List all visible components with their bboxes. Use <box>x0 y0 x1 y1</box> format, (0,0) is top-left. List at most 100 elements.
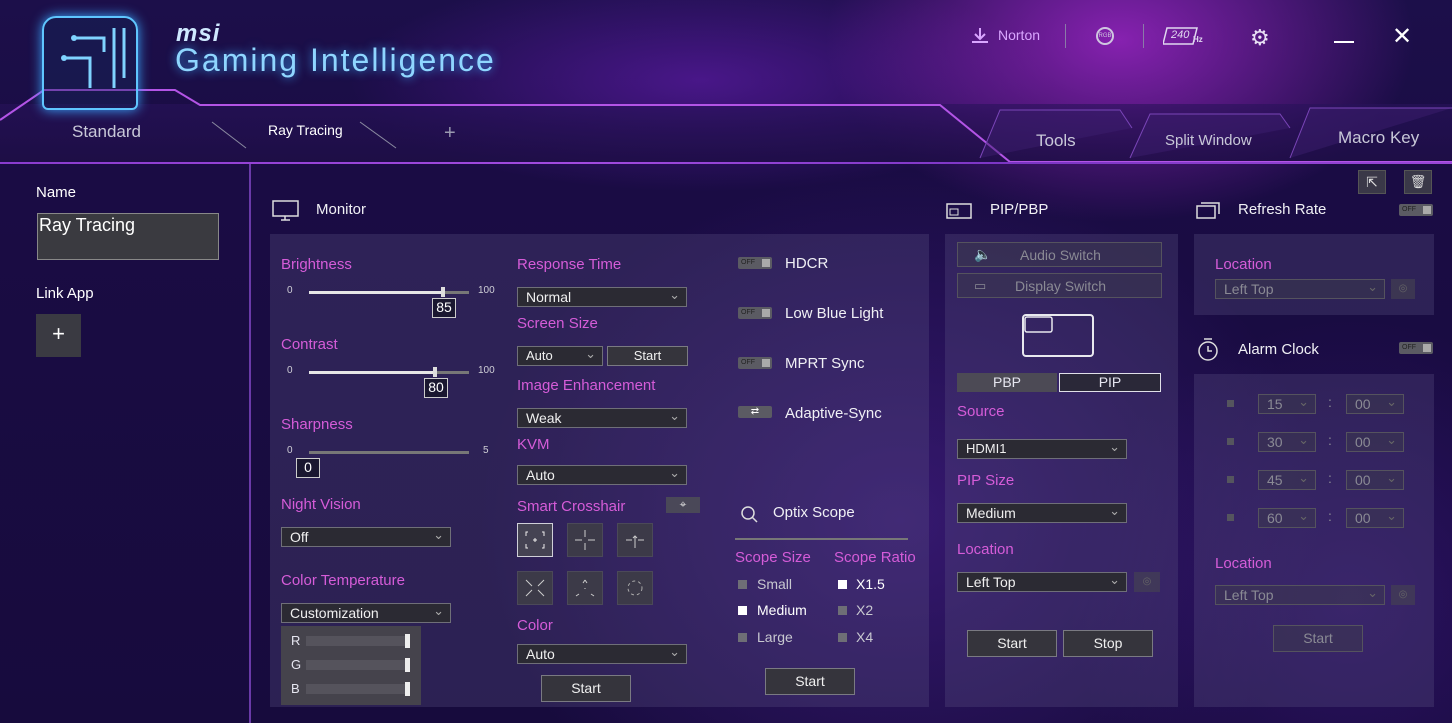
pip-size-dropdown[interactable]: Medium <box>957 502 1127 523</box>
pbp-button[interactable]: PBP <box>957 373 1057 392</box>
kvm-dropdown[interactable]: Auto <box>517 464 687 485</box>
alarm-row-4-minutes[interactable]: 60 <box>1258 507 1316 528</box>
source-dropdown[interactable]: HDMI1 <box>957 438 1127 459</box>
adaptive-sync-icon[interactable]: ⇄ <box>738 406 772 418</box>
color-temperature-dropdown[interactable]: Customization <box>281 602 451 623</box>
contrast-value[interactable]: 80 <box>424 378 448 398</box>
norton-label: Norton <box>998 27 1041 43</box>
gear-icon[interactable]: ⚙ <box>1250 25 1270 51</box>
brightness-value[interactable]: 85 <box>432 298 456 318</box>
rgb-label: RGB <box>1098 33 1112 39</box>
audio-switch-button[interactable]: 🔈 Audio Switch <box>957 242 1162 267</box>
crosshair-option-5[interactable] <box>567 571 603 605</box>
alarm-row-2-minutes[interactable]: 30 <box>1258 431 1316 452</box>
alarm-start-button[interactable]: Start <box>1273 625 1363 652</box>
contrast-max: 100 <box>478 365 495 376</box>
alarm-row-1-seconds[interactable]: 00 <box>1346 393 1404 414</box>
alarm-row-4-checkbox[interactable] <box>1227 514 1234 521</box>
name-input[interactable]: Ray Tracing <box>37 213 219 260</box>
brightness-knob[interactable] <box>441 287 445 297</box>
hdcr-toggle[interactable]: OFF <box>738 257 772 269</box>
alarm-row-1-minutes[interactable]: 15 <box>1258 393 1316 414</box>
alarm-row-3-seconds[interactable]: 00 <box>1346 469 1404 490</box>
g-knob[interactable] <box>405 658 410 672</box>
scope-size-medium-checkbox[interactable] <box>738 606 747 615</box>
scope-size-large-checkbox[interactable] <box>738 633 747 642</box>
minimize-icon[interactable] <box>1334 41 1354 43</box>
alarm-clock-panel <box>1194 374 1434 707</box>
low-blue-light-toggle[interactable]: OFF <box>738 307 772 319</box>
export-icon[interactable]: ⇱ <box>1358 170 1386 194</box>
crosshair-option-1[interactable] <box>517 523 553 557</box>
norton-button[interactable]: Norton <box>970 26 1040 44</box>
contrast-knob[interactable] <box>433 367 437 377</box>
alarm-location-dropdown[interactable]: Left Top <box>1215 584 1385 605</box>
pip-icon <box>946 203 972 219</box>
alarm-clock-toggle[interactable]: OFF <box>1399 342 1433 354</box>
alarm-row-3-checkbox[interactable] <box>1227 476 1234 483</box>
b-knob[interactable] <box>405 682 410 696</box>
scope-ratio-x2-checkbox[interactable] <box>838 606 847 615</box>
pip-location-settings-icon[interactable]: ◎ <box>1134 572 1160 592</box>
r-knob[interactable] <box>405 634 410 648</box>
alarm-row-1-colon: : <box>1328 394 1332 410</box>
color-dropdown[interactable]: Auto <box>517 643 687 664</box>
refresh-location-dropdown[interactable]: Left Top <box>1215 278 1385 299</box>
refresh-rate-toggle[interactable]: OFF <box>1399 204 1433 216</box>
color-start-button[interactable]: Start <box>541 675 631 702</box>
alarm-row-2-checkbox[interactable] <box>1227 438 1234 445</box>
sharpness-min: 0 <box>287 445 293 456</box>
response-time-dropdown[interactable]: Normal <box>517 286 687 307</box>
alarm-location-settings-icon[interactable]: ◎ <box>1391 585 1415 605</box>
image-enhancement-dropdown[interactable]: Weak <box>517 407 687 428</box>
mprt-sync-toggle[interactable]: OFF <box>738 357 772 369</box>
tab-tools[interactable]: Tools <box>1036 131 1076 151</box>
brightness-slider[interactable] <box>309 291 469 294</box>
scope-ratio-x4-checkbox[interactable] <box>838 633 847 642</box>
screen-size-dropdown[interactable]: Auto <box>517 345 603 366</box>
rgb-button[interactable]: RGB <box>1096 27 1114 45</box>
trash-icon[interactable]: 🗑 <box>1404 170 1432 194</box>
screen-size-start-button[interactable]: Start <box>607 346 688 366</box>
scope-size-small-checkbox[interactable] <box>738 580 747 589</box>
tab-standard[interactable]: Standard <box>72 122 141 142</box>
color-label: Color <box>517 617 553 634</box>
hz-button[interactable]: 240 Hz <box>1163 26 1203 46</box>
crosshair-option-4[interactable] <box>517 571 553 605</box>
display-switch-button[interactable]: ▭ Display Switch <box>957 273 1162 298</box>
pip-location-dropdown[interactable]: Left Top <box>957 571 1127 592</box>
g-slider[interactable] <box>306 658 410 672</box>
night-vision-dropdown[interactable]: Off <box>281 526 451 547</box>
pip-stop-button[interactable]: Stop <box>1063 630 1153 657</box>
pip-layout-preview <box>1022 314 1094 357</box>
crosshair-option-3[interactable] <box>617 523 653 557</box>
alarm-row-3-minutes[interactable]: 45 <box>1258 469 1316 490</box>
tab-macro-key[interactable]: Macro Key <box>1338 128 1419 148</box>
response-time-label: Response Time <box>517 256 622 273</box>
pip-start-button[interactable]: Start <box>967 630 1057 657</box>
close-icon[interactable]: ✕ <box>1392 22 1412 51</box>
crosshair-option-2[interactable] <box>567 523 603 557</box>
optix-scope-start-button[interactable]: Start <box>765 668 855 695</box>
tab-ray-tracing[interactable]: Ray Tracing <box>268 122 343 138</box>
alarm-row-4-seconds[interactable]: 00 <box>1346 507 1404 528</box>
alarm-clock-icon <box>1198 338 1218 361</box>
refresh-location-settings-icon[interactable]: ◎ <box>1391 279 1415 299</box>
add-app-button[interactable]: + <box>36 314 81 357</box>
hz-value: 240 <box>1171 29 1190 41</box>
crosshair-3-icon <box>626 535 644 548</box>
alarm-row-2-seconds[interactable]: 00 <box>1346 431 1404 452</box>
pip-button[interactable]: PIP <box>1059 373 1161 392</box>
crosshair-option-6[interactable] <box>617 571 653 605</box>
b-slider[interactable] <box>306 682 410 696</box>
add-tab-button[interactable]: + <box>444 122 456 145</box>
low-blue-light-toggle-text: OFF <box>741 309 755 316</box>
alarm-row-1-checkbox[interactable] <box>1227 400 1234 407</box>
tab-split-window[interactable]: Split Window <box>1165 132 1252 149</box>
scope-ratio-x15-checkbox[interactable] <box>838 580 847 589</box>
sharpness-slider[interactable] <box>309 451 469 454</box>
sharpness-value[interactable]: 0 <box>296 458 320 478</box>
contrast-slider[interactable] <box>309 371 469 374</box>
r-slider[interactable] <box>306 634 410 648</box>
crosshair-position-icon[interactable]: ⌖ <box>666 497 700 513</box>
